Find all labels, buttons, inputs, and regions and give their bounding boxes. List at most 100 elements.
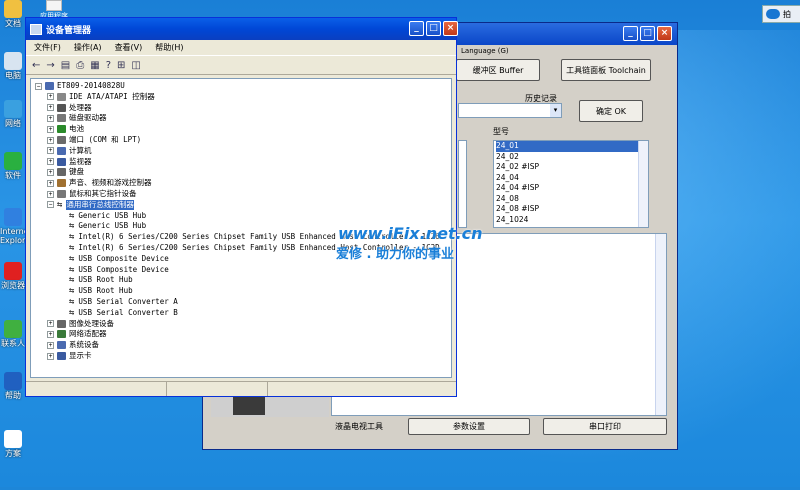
expand-icon[interactable]: + <box>47 158 54 166</box>
log-scrollbar[interactable] <box>655 234 666 415</box>
help-icon[interactable]: ? <box>106 60 111 71</box>
expand-icon[interactable]: + <box>47 352 54 360</box>
tree-device[interactable]: ⇆ Generic USB Hub <box>69 221 146 231</box>
menu-action[interactable]: 操作(A) <box>74 42 102 53</box>
forward-arrow-icon[interactable]: → <box>46 60 54 71</box>
desktop-icon[interactable]: 软件 <box>0 152 26 180</box>
model-list-item[interactable]: 24_1024 <box>496 215 648 226</box>
usb-icon: ⇆ <box>69 275 75 286</box>
language-menu[interactable]: Language (G) <box>461 45 509 57</box>
toolchain-button[interactable]: 工具链面板 Toolchain <box>561 59 651 81</box>
status-pane <box>167 382 268 396</box>
tree-label: USB Composite Device <box>78 253 169 263</box>
expand-icon[interactable]: + <box>47 114 54 122</box>
tree-device[interactable]: ⇆ USB Composite Device <box>69 254 169 264</box>
tree-category[interactable]: + 系统设备 <box>47 340 99 350</box>
programmer-window-controls: _ □ × <box>623 26 672 41</box>
usb-icon: ⇆ <box>69 297 75 307</box>
model-list-item[interactable]: 24_04 <box>496 173 648 184</box>
usb-icon: ⇆ <box>69 243 75 253</box>
model-list-item[interactable]: 24_02 #ISP <box>496 162 648 173</box>
tree-device[interactable]: ⇆ USB Composite Device <box>69 265 169 275</box>
expand-icon[interactable]: + <box>47 179 54 187</box>
device-manager-titlebar[interactable]: 设备管理器 <box>26 18 456 40</box>
model-list-scrollbar[interactable] <box>638 141 648 227</box>
tree-root[interactable]: − ET809-20140828U <box>35 81 125 91</box>
tree-category[interactable]: + 显示卡 <box>47 351 92 361</box>
doc-icon <box>4 430 22 448</box>
maximize-button[interactable]: □ <box>640 26 655 41</box>
desktop-icon[interactable]: 浏览器 <box>0 262 26 290</box>
minimize-button[interactable]: _ <box>409 21 424 36</box>
menu-file[interactable]: 文件(F) <box>34 42 61 53</box>
show-hide-tree-icon[interactable]: ▤ <box>61 60 70 71</box>
tree-category[interactable]: + 端口 (COM 和 LPT) <box>47 135 141 145</box>
tree-category[interactable]: + 处理器 <box>47 103 92 113</box>
expand-icon[interactable]: + <box>47 330 54 338</box>
tree-device[interactable]: ⇆ USB Root Hub <box>69 275 133 285</box>
close-button[interactable]: × <box>443 21 458 36</box>
scan-hardware-icon[interactable]: ⊞ <box>117 60 125 71</box>
properties-icon[interactable]: ▦ <box>90 60 99 71</box>
desktop-icon[interactable]: 电脑 <box>0 52 26 80</box>
tree-device[interactable]: ⇆ Generic USB Hub <box>69 211 146 221</box>
tree-device[interactable]: ⇆ USB Root Hub <box>69 286 133 296</box>
expand-icon[interactable]: + <box>47 320 54 328</box>
tree-category[interactable]: + 键盘 <box>47 167 84 177</box>
collapse-icon[interactable]: − <box>47 201 54 209</box>
ok-button[interactable]: 确定 OK <box>579 100 643 122</box>
close-button[interactable]: × <box>657 26 672 41</box>
menu-view[interactable]: 查看(V) <box>115 42 143 53</box>
desktop-icon[interactable]: 联系人 <box>0 320 26 348</box>
params-button[interactable]: 参数设置 <box>408 418 530 435</box>
expand-icon[interactable]: + <box>47 104 54 112</box>
expand-icon[interactable]: + <box>47 93 54 101</box>
expand-icon[interactable]: + <box>47 147 54 155</box>
model-list-item[interactable]: 24_04 #ISP <box>496 183 648 194</box>
desktop-icon[interactable]: 方案 <box>0 430 26 458</box>
tree-category[interactable]: + 电池 <box>47 124 84 134</box>
top-right-assist-button[interactable]: 拍 <box>762 5 800 23</box>
collapse-icon[interactable]: − <box>35 82 42 90</box>
desktop-icon[interactable]: Internet Explorer <box>0 208 33 245</box>
maximize-button[interactable]: □ <box>426 21 441 36</box>
expand-icon[interactable]: + <box>47 190 54 198</box>
tree-category[interactable]: + 鼠标和其它指针设备 <box>47 189 137 199</box>
tree-device[interactable]: ⇆ USB Serial Converter B <box>69 308 178 318</box>
expand-icon[interactable]: + <box>47 341 54 349</box>
tree-label: 端口 (COM 和 LPT) <box>69 135 142 144</box>
print-icon[interactable]: ⎙ <box>76 60 84 71</box>
back-arrow-icon[interactable]: ← <box>32 60 40 71</box>
history-select[interactable]: ▾ <box>458 103 562 118</box>
minimize-button[interactable]: _ <box>623 26 638 41</box>
device-view-icon[interactable]: ◫ <box>131 60 140 71</box>
serial-print-button[interactable]: 串口打印 <box>543 418 667 435</box>
chevron-down-icon[interactable]: ▾ <box>550 104 561 117</box>
desktop-icon[interactable]: 文档 <box>0 0 26 28</box>
tree-category[interactable]: + 监视器 <box>47 157 92 167</box>
buffer-button[interactable]: 缓冲区 Buffer <box>456 59 540 81</box>
tree-category-usb[interactable]: − ⇆ 通用串行总线控制器 <box>47 199 134 210</box>
model-list-item[interactable]: 24_01 <box>496 141 648 152</box>
model-list-item[interactable]: 24_02 <box>496 152 648 163</box>
tree-category[interactable]: + 磁盘驱动器 <box>47 113 107 123</box>
expand-icon[interactable]: + <box>47 136 54 144</box>
tree-category[interactable]: + IDE ATA/ATAPI 控制器 <box>47 92 155 102</box>
desktop-icon[interactable]: 网络 <box>0 100 26 128</box>
model-list-item[interactable]: 24_08 #ISP <box>496 204 648 215</box>
model-list-item[interactable]: 24_08 <box>496 194 648 205</box>
left-list-scroll[interactable] <box>458 140 467 228</box>
tree-category[interactable]: + 网络适配器 <box>47 329 107 339</box>
disk-icon <box>57 114 66 123</box>
tree-category[interactable]: + 图像处理设备 <box>47 319 114 329</box>
tree-device[interactable]: ⇆ USB Serial Converter A <box>69 297 178 307</box>
tree-category[interactable]: + 声音、视频和游戏控制器 <box>47 178 152 188</box>
app-icon <box>4 152 22 170</box>
tree-category[interactable]: + 计算机 <box>47 146 92 156</box>
expand-icon[interactable]: + <box>47 168 54 176</box>
model-list[interactable]: 24_01 24_02 24_02 #ISP 24_04 24_04 #ISP 24_08… <box>493 140 649 228</box>
menu-help[interactable]: 帮助(H) <box>155 42 183 53</box>
expand-icon[interactable]: + <box>47 125 54 133</box>
desktop-icon[interactable]: 帮助 <box>0 372 26 400</box>
device-manager-window[interactable]: 设备管理器 _ □ × 文件(F) 操作(A) 查看(V) 帮助(H) ← → … <box>25 17 458 397</box>
